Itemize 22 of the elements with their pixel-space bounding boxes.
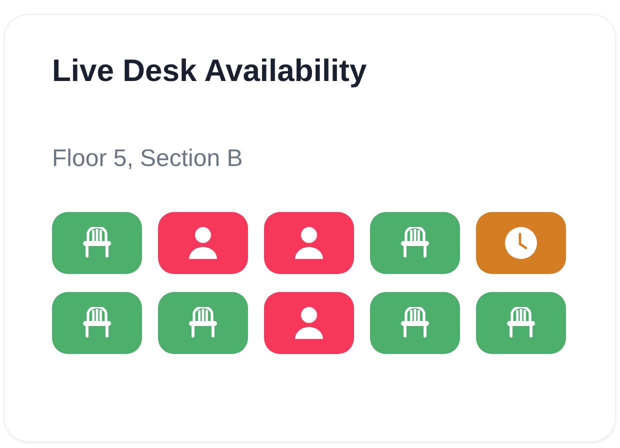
free-desk-tile[interactable] bbox=[52, 212, 142, 274]
free-desk-tile[interactable] bbox=[370, 292, 460, 354]
free-desk-tile[interactable] bbox=[158, 292, 248, 354]
free-desk-tile[interactable] bbox=[52, 292, 142, 354]
free-desk-tile[interactable] bbox=[476, 292, 566, 354]
occupied-desk-tile[interactable] bbox=[264, 292, 354, 354]
chair-icon bbox=[400, 307, 430, 339]
location-subtitle: Floor 5, Section B bbox=[52, 144, 244, 174]
occupied-desk-tile[interactable] bbox=[264, 212, 354, 274]
person-icon bbox=[188, 227, 218, 259]
occupied-desk-tile[interactable] bbox=[158, 212, 248, 274]
chair-icon bbox=[400, 227, 430, 259]
person-icon bbox=[294, 227, 324, 259]
clock-icon bbox=[505, 227, 537, 259]
reserved-desk-tile[interactable] bbox=[476, 212, 566, 274]
free-desk-tile[interactable] bbox=[370, 212, 460, 274]
chair-icon bbox=[82, 307, 112, 339]
chair-icon bbox=[188, 307, 218, 339]
person-icon bbox=[294, 307, 324, 339]
chair-icon bbox=[506, 307, 536, 339]
card-title: Live Desk Availability bbox=[52, 52, 368, 90]
chair-icon bbox=[82, 227, 112, 259]
